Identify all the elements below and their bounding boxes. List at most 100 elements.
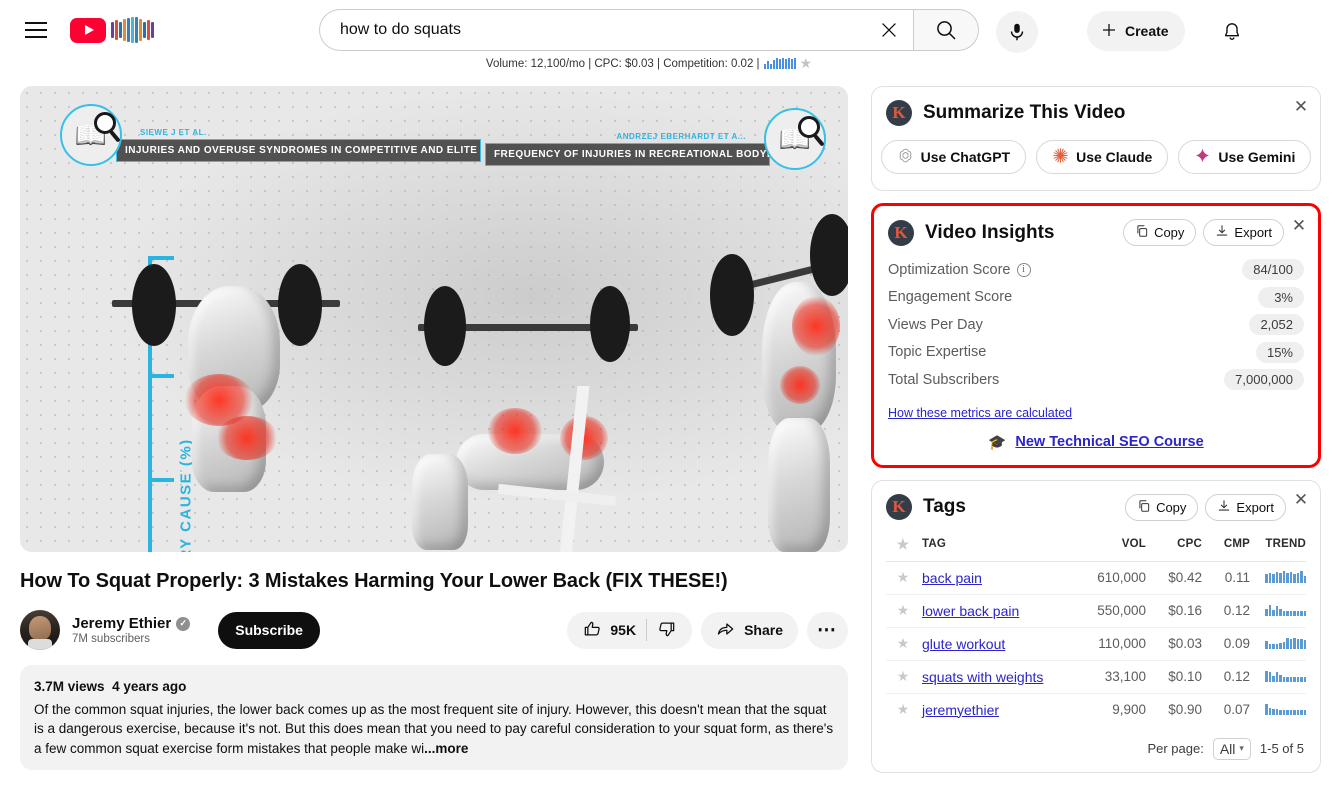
video-player[interactable]: 📖 SIEWE J ET AL. INJURIES AND OVERUSE SY… — [20, 86, 848, 552]
per-page-select[interactable]: All ▾ — [1212, 737, 1251, 760]
use-chatgpt-label: Use ChatGPT — [920, 149, 1011, 165]
magnifier-icon — [798, 116, 820, 138]
trend-sparkline-icon — [1265, 701, 1306, 715]
metrics-explanation-link[interactable]: How these metrics are calculated — [888, 406, 1072, 420]
tag-link[interactable]: lower back pain — [922, 603, 1019, 619]
table-header-row: ★ TAG VOL CPC CMP TREND — [886, 530, 1306, 562]
tags-table: ★ TAG VOL CPC CMP TREND ★ back pain 610,00… — [886, 530, 1306, 726]
info-icon[interactable]: i — [1016, 262, 1031, 277]
table-row: ★ squats with weights 33,100 $0.10 0.12 — [886, 660, 1306, 694]
tag-cell: jeremyethier — [920, 693, 1074, 726]
thumbs-up-icon[interactable] — [582, 619, 602, 642]
table-row: ★ lower back pain 550,000 $0.16 0.12 — [886, 594, 1306, 628]
tags-card-actions: Copy Export — [1125, 493, 1306, 521]
close-icon[interactable]: ✕ — [1289, 215, 1309, 235]
tag-link[interactable]: back pain — [922, 570, 982, 586]
keywords-everywhere-extension-icon[interactable] — [111, 17, 163, 43]
column-header-tag: TAG — [920, 530, 1074, 562]
result-range-label: 1-5 of 5 — [1259, 741, 1304, 756]
avatar[interactable] — [20, 610, 60, 650]
column-header-trend: TREND — [1250, 530, 1306, 562]
youtube-logo[interactable] — [70, 17, 163, 43]
star-icon[interactable]: ★ — [886, 660, 920, 694]
tag-link[interactable]: squats with weights — [922, 669, 1043, 685]
like-dislike-group[interactable]: 95K — [567, 611, 693, 649]
use-claude-label: Use Claude — [1076, 149, 1153, 165]
search-input[interactable] — [340, 21, 871, 39]
search-box[interactable] — [319, 9, 913, 51]
insights-card-header: K Video Insights Copy Export — [874, 206, 1318, 246]
more-link[interactable]: ...more — [424, 741, 468, 756]
magnifier-icon — [94, 112, 116, 134]
star-icon[interactable]: ★ — [886, 627, 920, 661]
video-description[interactable]: 3.7M views 4 years ago Of the common squ… — [20, 665, 848, 771]
metric-row: Views Per Day 2,052 — [888, 311, 1304, 339]
export-button[interactable]: Export — [1203, 219, 1284, 246]
channel-name[interactable]: Jeremy Ethier ✓ — [72, 615, 191, 632]
summarize-video-card: ✕ K Summarize This Video Use ChatGPT Use — [871, 86, 1321, 191]
microphone-icon[interactable] — [996, 11, 1038, 53]
tags-card-header: K Tags Copy Export — [872, 481, 1320, 521]
study-author-2: ANDRZEJ EBERHARDT ET A... — [616, 132, 746, 141]
y-axis-tick — [148, 478, 174, 482]
close-icon[interactable]: ✕ — [1291, 96, 1311, 116]
tag-link[interactable]: jeremyethier — [922, 702, 999, 718]
notifications-bell-icon[interactable] — [1212, 12, 1252, 52]
y-axis-tick — [148, 374, 174, 378]
star-column-icon: ★ — [886, 530, 920, 562]
table-row: ★ glute workout 110,000 $0.03 0.09 — [886, 627, 1306, 661]
star-icon[interactable]: ★ — [886, 561, 920, 595]
vol-cell: 610,000 — [1074, 561, 1146, 595]
share-button[interactable]: Share — [701, 611, 798, 649]
chevron-down-icon: ▾ — [1239, 743, 1244, 753]
study-title-2: FREQUENCY OF INJURIES IN RECREATIONAL BO… — [485, 143, 770, 166]
star-icon[interactable]: ★ — [800, 55, 813, 72]
openai-logo-icon — [897, 147, 914, 167]
per-page-label: Per page: — [1147, 741, 1204, 756]
masthead: Volume: 12,100/mo | CPC: $0.03 | Competi… — [0, 0, 1335, 71]
use-claude-button[interactable]: Use Claude — [1036, 140, 1169, 174]
export-label: Export — [1236, 499, 1274, 515]
tag-cell: back pain — [920, 561, 1074, 595]
summarize-card-header: K Summarize This Video — [872, 87, 1320, 126]
thumbs-down-icon[interactable] — [657, 619, 677, 642]
more-ellipsis-icon[interactable]: ⋯ — [807, 611, 848, 649]
cmp-cell: 0.12 — [1202, 594, 1250, 628]
metric-value: 7,000,000 — [1224, 369, 1304, 391]
cpc-cell: $0.16 — [1146, 594, 1202, 628]
trend-bars-icon[interactable] — [763, 58, 796, 69]
hamburger-menu-icon[interactable] — [16, 10, 56, 50]
youtube-play-icon — [70, 17, 106, 43]
trend-sparkline-icon — [1265, 602, 1306, 616]
metric-label: Topic Expertise — [888, 344, 987, 361]
trend-sparkline-icon — [1265, 569, 1306, 583]
copy-button[interactable]: Copy — [1125, 493, 1199, 521]
plus-icon — [1100, 21, 1118, 42]
close-icon[interactable] — [871, 12, 907, 48]
divider — [646, 619, 648, 641]
use-gemini-button[interactable]: Use Gemini — [1178, 140, 1312, 174]
copy-button[interactable]: Copy — [1123, 219, 1197, 246]
tag-link[interactable]: glute workout — [922, 636, 1005, 652]
create-button[interactable]: Create — [1087, 11, 1185, 51]
study-book-icon: 📖 — [60, 104, 122, 166]
cpc-cell: $0.90 — [1168, 702, 1202, 717]
metric-row: Optimization Score i 84/100 — [888, 256, 1304, 284]
primary-column: 📖 SIEWE J ET AL. INJURIES AND OVERUSE SY… — [20, 86, 848, 771]
subscriber-count: 7M subscribers — [72, 633, 150, 645]
view-count: 3.7M views — [34, 679, 105, 694]
keyword-metrics-bar: Volume: 12,100/mo | CPC: $0.03 | Competi… — [319, 55, 979, 72]
subscribe-button[interactable]: Subscribe — [218, 611, 320, 649]
star-icon[interactable]: ★ — [886, 594, 920, 628]
seo-course-link[interactable]: New Technical SEO Course — [1015, 434, 1203, 450]
search-area: Volume: 12,100/mo | CPC: $0.03 | Competi… — [319, 9, 979, 72]
tags-table-body: ★ back pain 610,000 $0.42 0.11 ★ lower back pa… — [886, 561, 1306, 726]
export-button[interactable]: Export — [1205, 493, 1286, 521]
use-chatgpt-button[interactable]: Use ChatGPT — [880, 140, 1027, 174]
tags-card-title: Tags — [923, 496, 966, 517]
star-icon[interactable]: ★ — [886, 693, 920, 726]
export-label: Export — [1234, 225, 1272, 240]
close-icon[interactable]: ✕ — [1291, 490, 1311, 510]
column-header-cpc: CPC — [1146, 530, 1202, 562]
search-icon[interactable] — [913, 9, 979, 51]
